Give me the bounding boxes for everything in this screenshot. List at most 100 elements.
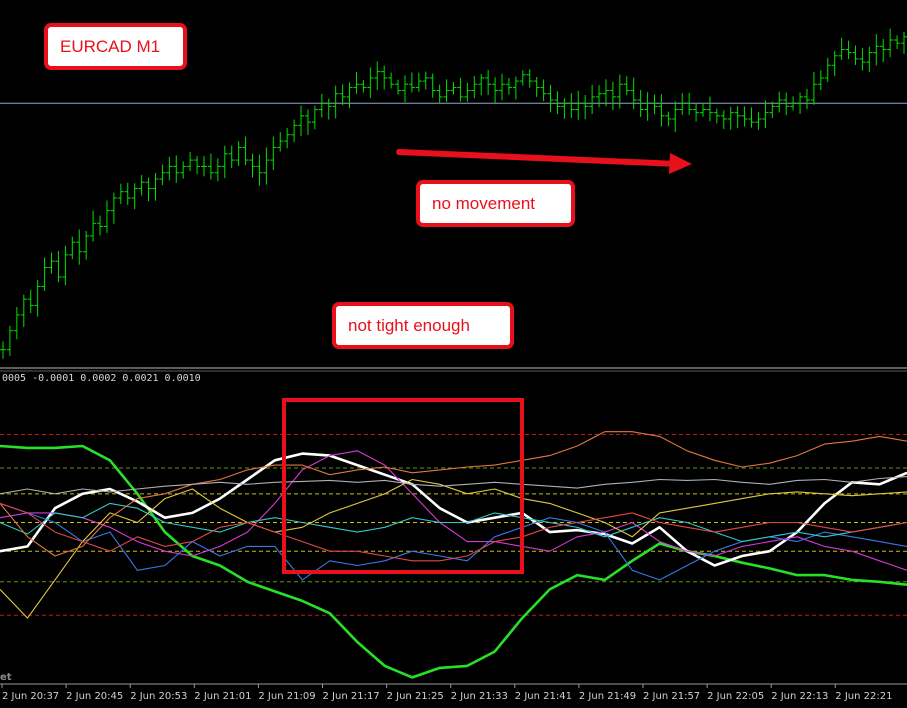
price-bar (894, 35, 901, 49)
price-bar (478, 74, 485, 96)
price-bar (110, 192, 117, 224)
price-bar (803, 88, 810, 110)
price-bar (298, 105, 305, 137)
symbol-callout: EURCAD M1 (44, 23, 187, 70)
time-label: 2 Jun 20:45 (66, 691, 123, 702)
price-bar (180, 161, 187, 179)
price-bar (554, 91, 561, 115)
price-bar (200, 156, 207, 177)
indicator-levels (0, 434, 907, 616)
price-bar (526, 69, 533, 88)
price-bar (304, 109, 311, 136)
price-bar (263, 147, 270, 185)
price-bar (34, 279, 41, 317)
indicator-series-line (0, 452, 907, 567)
time-label: 2 Jun 21:09 (258, 691, 315, 702)
price-bar (284, 127, 291, 149)
not-tight-callout: not tight enough (332, 302, 514, 349)
price-bar (429, 73, 436, 98)
arrow-shaft (396, 149, 681, 167)
price-bar (388, 72, 395, 89)
price-bar (395, 79, 402, 95)
price-bar (485, 69, 492, 96)
price-bar (519, 70, 526, 86)
price-bar (561, 98, 568, 119)
price-bar (13, 306, 20, 340)
price-bar (859, 48, 866, 71)
price-bar (464, 82, 471, 102)
price-bar (187, 152, 194, 172)
time-label: 2 Jun 21:33 (451, 691, 508, 702)
price-bar (0, 341, 6, 359)
price-bar (145, 177, 152, 202)
watermark-text: et (0, 672, 12, 683)
price-bar (547, 84, 554, 113)
price-bar (228, 145, 235, 169)
price-bar (609, 81, 616, 111)
price-bar (249, 153, 256, 178)
price-bar (48, 252, 55, 274)
price-bar (346, 82, 353, 109)
time-label: 2 Jun 21:41 (515, 691, 572, 702)
price-bar (270, 136, 277, 170)
price-bar (713, 108, 720, 124)
price-bar (665, 111, 672, 127)
price-bar (367, 67, 374, 98)
price-bar (533, 77, 540, 97)
price-bar (27, 289, 34, 314)
price-bar (540, 79, 547, 102)
time-label: 2 Jun 21:17 (323, 691, 380, 702)
no-movement-arrow (396, 149, 692, 174)
indicator-values-readout: 0005 -0.0001 0.0002 0.0021 0.0010 (2, 373, 201, 384)
price-bar (166, 156, 173, 181)
price-bar (838, 37, 845, 60)
price-bar (41, 257, 48, 291)
price-bar (159, 164, 166, 186)
price-bar (117, 183, 124, 204)
price-bar (630, 77, 637, 110)
price-bar (644, 92, 651, 121)
price-bar (173, 155, 180, 183)
time-label: 2 Jun 22:21 (835, 691, 892, 702)
price-bar (221, 145, 228, 179)
price-bar (138, 175, 145, 196)
price-bar (194, 155, 201, 175)
time-label: 2 Jun 20:53 (130, 691, 187, 702)
time-axis: 2 Jun 20:37 2 Jun 20:45 2 Jun 20:53 2 Jun 2… (1, 684, 892, 702)
price-bar (762, 100, 769, 129)
price-bar (582, 95, 589, 120)
price-bar (776, 91, 783, 113)
price-bar (596, 85, 603, 108)
arrow-head (669, 153, 692, 174)
price-bar (741, 106, 748, 127)
price-bar (83, 230, 90, 260)
price-bar (401, 75, 408, 103)
price-bar (103, 200, 110, 233)
price-bar (589, 84, 596, 115)
time-label: 2 Jun 22:05 (707, 691, 764, 702)
time-label: 2 Jun 21:49 (579, 691, 636, 702)
price-bar (256, 154, 263, 186)
price-bar (727, 106, 734, 130)
price-bar (651, 94, 658, 115)
price-bar (332, 85, 339, 119)
price-bar (720, 110, 727, 130)
price-bar (443, 79, 450, 102)
price-bar (152, 172, 159, 201)
price-bar (242, 136, 249, 166)
price-bar (291, 119, 298, 143)
price-bar (568, 93, 575, 119)
price-bar (748, 107, 755, 128)
price-bar (6, 325, 13, 356)
time-label: 2 Jun 21:25 (387, 691, 444, 702)
price-bar (214, 158, 221, 182)
price-bar (20, 294, 27, 328)
price-bar (734, 105, 741, 129)
price-bar (408, 72, 415, 93)
price-bar (353, 71, 360, 94)
price-bar (824, 57, 831, 83)
price-bar (887, 28, 894, 58)
price-bar (450, 82, 457, 95)
price-bar (422, 71, 429, 90)
time-label: 2 Jun 21:01 (194, 691, 251, 702)
